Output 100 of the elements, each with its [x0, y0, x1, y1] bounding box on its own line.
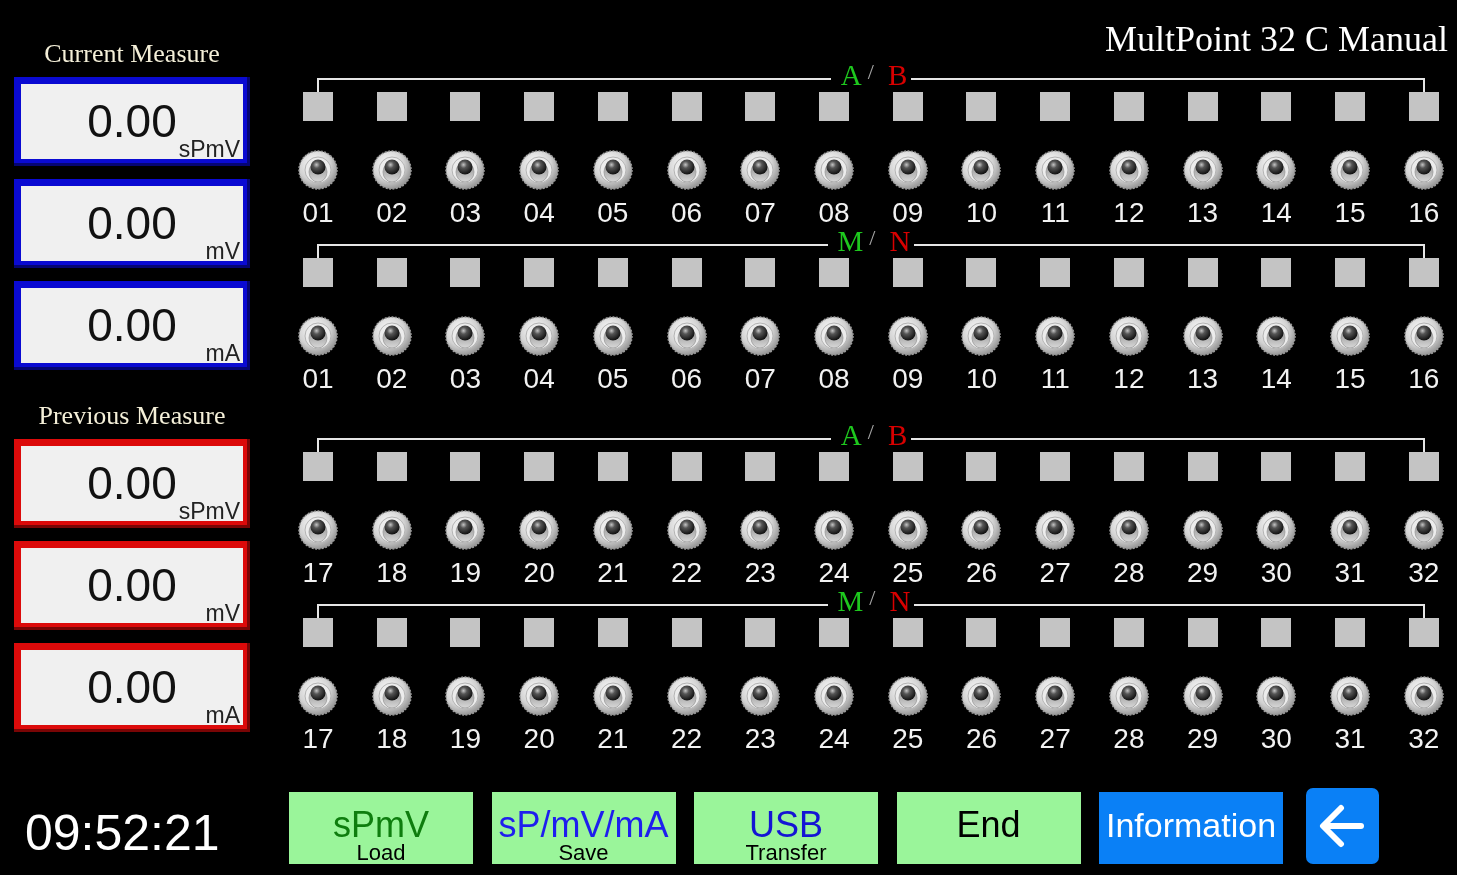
toggle-switch-icon[interactable] [1329, 316, 1372, 356]
indicator-square-icon [1408, 618, 1439, 647]
toggle-switch-icon[interactable] [1107, 676, 1150, 716]
channel-number: 16 [1408, 202, 1440, 224]
toggle-switch-icon[interactable] [665, 510, 708, 550]
indicator-square-icon [524, 618, 555, 647]
toggle-switch-icon[interactable] [665, 150, 708, 190]
toggle-switch-icon[interactable] [1107, 150, 1150, 190]
toggle-switch-icon[interactable] [813, 676, 856, 716]
toggle-switch-icon[interactable] [1329, 676, 1372, 716]
toggle-switch-icon[interactable] [1402, 150, 1445, 190]
toggle-switch-icon[interactable] [886, 676, 929, 716]
indicator-square-icon [671, 618, 702, 647]
channel-number: 18 [376, 728, 408, 750]
toggle-switch-icon[interactable] [739, 150, 782, 190]
indicator-square-icon [450, 92, 481, 121]
toggle-switch-icon[interactable] [370, 150, 413, 190]
toggle-switch-icon[interactable] [960, 676, 1003, 716]
channel-number: 19 [449, 562, 481, 584]
toggle-switch-icon[interactable] [1034, 150, 1077, 190]
end-button[interactable]: End [896, 792, 1081, 864]
toggle-switch-icon[interactable] [518, 316, 561, 356]
toggle-switch-icon[interactable] [591, 316, 634, 356]
channel-number: 10 [965, 202, 998, 224]
toggle-switch-icon[interactable] [444, 150, 487, 190]
channel-number: 29 [1187, 562, 1219, 584]
indicator-square-icon [524, 258, 555, 287]
toggle-switch-icon[interactable] [960, 510, 1003, 550]
toggle-switch-icon[interactable] [1255, 676, 1298, 716]
group-label: A [840, 418, 862, 452]
toggle-switch-icon[interactable] [665, 676, 708, 716]
toggle-switch-icon[interactable] [1255, 316, 1298, 356]
toggle-switch-icon[interactable] [370, 316, 413, 356]
load-button[interactable]: sPmV Load [289, 792, 473, 864]
toggle-switch-icon[interactable] [1107, 510, 1150, 550]
toggle-switch-icon[interactable] [591, 150, 634, 190]
toggle-switch-icon[interactable] [1034, 676, 1077, 716]
toggle-switch-icon[interactable] [1329, 150, 1372, 190]
toggle-switch-icon[interactable] [1402, 676, 1445, 716]
indicator-square-icon [303, 258, 333, 287]
toggle-switch-icon[interactable] [665, 316, 708, 356]
channel-number: 08 [818, 368, 850, 390]
toggle-switch-icon[interactable] [960, 150, 1003, 190]
transfer-button[interactable]: USB Transfer [694, 792, 878, 864]
toggle-switch-icon[interactable] [1255, 510, 1298, 550]
toggle-switch-icon[interactable] [1181, 316, 1224, 356]
indicator-square-icon [966, 452, 997, 481]
toggle-switch-icon[interactable] [297, 510, 339, 550]
toggle-switch-icon[interactable] [886, 510, 929, 550]
channel-number: 11 [1040, 368, 1070, 390]
toggle-switch-icon[interactable] [297, 150, 339, 190]
indicator-square-icon [597, 452, 628, 481]
toggle-switch-icon[interactable] [297, 676, 339, 716]
toggle-switch-icon[interactable] [960, 316, 1003, 356]
channel-number: 23 [744, 728, 776, 750]
toggle-switch-icon[interactable] [444, 510, 487, 550]
group-label: M [837, 224, 864, 258]
save-button[interactable]: sP/mV/mA Save [491, 792, 676, 864]
channel-number: 30 [1260, 728, 1292, 750]
indicator-square-icon [892, 258, 923, 287]
toggle-switch-icon[interactable] [1181, 510, 1224, 550]
toggle-switch-icon[interactable] [370, 510, 413, 550]
toggle-switch-icon[interactable] [1329, 510, 1372, 550]
toggle-switch-icon[interactable] [1034, 316, 1077, 356]
toggle-switch-icon[interactable] [1181, 150, 1224, 190]
indicator-square-icon [524, 452, 555, 481]
back-button[interactable] [1305, 788, 1379, 864]
toggle-switch-icon[interactable] [444, 676, 487, 716]
information-button[interactable]: Information [1099, 792, 1283, 864]
toggle-switch-icon[interactable] [518, 150, 561, 190]
indicator-square-icon [597, 258, 628, 287]
toggle-switch-icon[interactable] [886, 316, 929, 356]
toggle-switch-icon[interactable] [444, 316, 487, 356]
toggle-switch-icon[interactable] [1181, 676, 1224, 716]
label-separator: / [867, 418, 874, 446]
toggle-switch-icon[interactable] [886, 150, 929, 190]
toggle-switch-icon[interactable] [813, 316, 856, 356]
toggle-switch-icon[interactable] [1255, 150, 1298, 190]
toggle-switch-icon[interactable] [739, 510, 782, 550]
toggle-switch-icon[interactable] [813, 510, 856, 550]
toggle-switch-icon[interactable] [518, 510, 561, 550]
toggle-switch-icon[interactable] [518, 676, 561, 716]
toggle-switch-icon[interactable] [370, 676, 413, 716]
channel-number: 20 [523, 562, 555, 584]
toggle-switch-icon[interactable] [813, 150, 856, 190]
toggle-switch-icon[interactable] [1034, 510, 1077, 550]
channel-number: 15 [1334, 368, 1366, 390]
toggle-switch-icon[interactable] [297, 316, 339, 356]
group-label: N [889, 584, 911, 618]
indicator-square-icon [1261, 452, 1292, 481]
channel-number: 01 [302, 202, 334, 224]
toggle-switch-icon[interactable] [591, 676, 634, 716]
toggle-switch-icon[interactable] [739, 676, 782, 716]
toggle-switch-icon[interactable] [591, 510, 634, 550]
channel-number: 13 [1187, 368, 1219, 390]
channel-number: 32 [1408, 562, 1440, 584]
toggle-switch-icon[interactable] [1107, 316, 1150, 356]
toggle-switch-icon[interactable] [1402, 510, 1445, 550]
toggle-switch-icon[interactable] [1402, 316, 1445, 356]
toggle-switch-icon[interactable] [739, 316, 782, 356]
